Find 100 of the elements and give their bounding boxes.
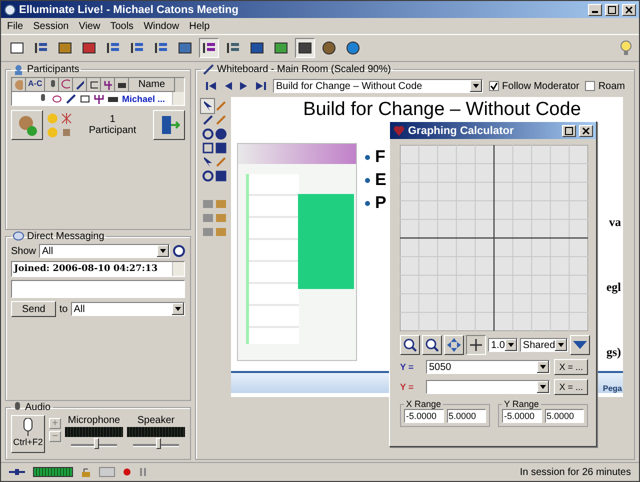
solve-x-button[interactable]: X = ...	[554, 359, 588, 375]
minimize-button[interactable]	[588, 4, 602, 16]
next-page-icon[interactable]	[239, 81, 249, 91]
range-min-field[interactable]: -5.0000	[404, 409, 444, 423]
line-icon[interactable]	[202, 114, 214, 126]
menu-item[interactable]: Window	[144, 20, 180, 32]
bullet-dot	[365, 200, 370, 206]
pointer-icon[interactable]	[202, 156, 214, 168]
filled-square-icon[interactable]	[214, 142, 226, 154]
connection-plug-icon	[9, 468, 25, 476]
column-header[interactable]: Name	[129, 78, 176, 92]
volume-slider[interactable]	[71, 438, 117, 450]
slider-thumb[interactable]	[94, 438, 100, 449]
participant-name[interactable]: Michael ...	[122, 94, 166, 104]
scrollbar[interactable]	[172, 262, 184, 276]
screen-icon[interactable]	[87, 78, 102, 92]
square-icon[interactable]	[202, 142, 214, 154]
chat-bubble-icon	[13, 231, 24, 242]
roam-checkbox[interactable]: Roam	[585, 80, 625, 92]
close-button[interactable]	[622, 4, 636, 16]
talk-button[interactable]: Ctrl+F2	[11, 415, 45, 453]
column-header[interactable]: A-C	[26, 78, 46, 92]
lightbulb-icon[interactable]	[619, 40, 633, 56]
heart-logo-icon	[393, 124, 405, 136]
scrollbar[interactable]	[172, 92, 184, 105]
window-title: Graphing Calculator	[408, 124, 514, 136]
channel-label: Microphone	[68, 415, 120, 426]
menu-item[interactable]: Tools	[110, 20, 134, 32]
expand-button[interactable]	[570, 335, 590, 355]
zoom-in-button[interactable]	[400, 335, 420, 355]
to-label: to	[59, 304, 68, 314]
maximize-button[interactable]	[605, 4, 619, 16]
pan-button[interactable]	[444, 335, 464, 355]
show-dropdown[interactable]: All	[39, 244, 170, 258]
slide-text: egl	[606, 280, 621, 295]
range-label: Y Range	[503, 399, 540, 409]
slide-text: gs)	[606, 345, 621, 360]
mode-dropdown[interactable]: Shared	[520, 338, 568, 352]
scale-dropdown[interactable]: 1.0	[488, 338, 518, 352]
magnifier-icon	[403, 338, 417, 352]
panel-title: Whiteboard - Main Room (Scaled 90%)	[217, 64, 391, 75]
filled-square-icon[interactable]	[214, 170, 226, 182]
page-dropdown[interactable]: Build for Change – Without Code	[273, 79, 484, 93]
caret-icon	[504, 339, 517, 351]
circle-icon[interactable]	[202, 170, 214, 182]
pen-icon	[203, 64, 214, 75]
pointer-icon[interactable]	[202, 100, 214, 112]
burst-icon[interactable]	[61, 112, 72, 124]
last-page-icon[interactable]	[255, 81, 267, 91]
person-icon	[13, 64, 24, 75]
slide-heading: Build for Change – Without Code	[303, 99, 581, 121]
solve-x-button[interactable]: X = ...	[554, 379, 588, 395]
menu-item[interactable]: File	[7, 20, 24, 32]
bullet-dot	[365, 178, 370, 182]
caret-icon	[537, 361, 550, 373]
follow-moderator-checkbox[interactable]: Follow Moderator	[489, 80, 580, 92]
equation-field[interactable]: 5050	[426, 360, 550, 374]
record-icon[interactable]	[123, 468, 131, 476]
equation-label: Y =	[400, 382, 415, 392]
chat-bubble-icon[interactable]	[59, 78, 74, 92]
range-max-field[interactable]: 5.0000	[446, 409, 486, 423]
participant-count-label: Participant	[88, 125, 136, 136]
recipient-dropdown[interactable]: All	[70, 302, 185, 316]
range-label: X Range	[405, 399, 442, 409]
first-page-icon[interactable]	[205, 81, 217, 91]
equation-field[interactable]	[426, 380, 550, 394]
crosshair-icon	[469, 338, 483, 352]
pen-icon[interactable]	[73, 78, 88, 92]
clock-icon[interactable]	[173, 245, 185, 257]
screen-icon	[80, 94, 90, 104]
close-button[interactable]	[579, 124, 593, 136]
microphone-icon[interactable]	[45, 78, 60, 92]
panel-title: Participants	[27, 64, 80, 75]
raise-hand-button[interactable]	[11, 110, 43, 140]
logo-text: Pega	[602, 384, 622, 393]
maximize-button[interactable]	[562, 124, 576, 136]
panel-title: Direct Messaging	[27, 231, 104, 242]
microphone-icon	[38, 94, 48, 104]
crosshair-button[interactable]	[466, 335, 486, 355]
previous-page-icon[interactable]	[223, 81, 233, 91]
slider-thumb[interactable]	[156, 438, 162, 449]
caret-icon	[157, 245, 169, 257]
range-min-field[interactable]: -5.0000	[502, 409, 542, 423]
send-button[interactable]: Send	[11, 301, 56, 317]
menu-item[interactable]: View	[78, 20, 100, 32]
volume-slider[interactable]	[133, 438, 179, 450]
zoom-out-button[interactable]	[422, 335, 442, 355]
message-input[interactable]	[11, 280, 185, 298]
caret-icon	[470, 80, 482, 92]
caret-icon	[537, 381, 550, 393]
menu-item[interactable]: Session	[33, 20, 69, 32]
marker-icon[interactable]	[214, 114, 226, 126]
activity-meter	[33, 467, 73, 477]
padlock-icon	[81, 467, 91, 477]
filled-circle-icon[interactable]	[214, 128, 226, 140]
session-time: In session for 26 minutes	[520, 466, 631, 478]
circle-icon[interactable]	[202, 128, 214, 140]
range-max-field[interactable]: 5.0000	[544, 409, 584, 423]
exit-button[interactable]	[153, 110, 185, 140]
menu-item[interactable]: Help	[189, 20, 210, 32]
